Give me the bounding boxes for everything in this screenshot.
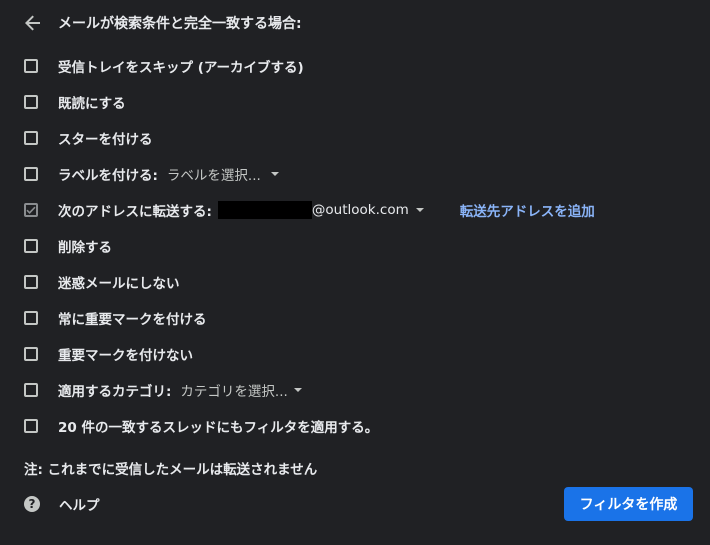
- chevron-down-icon: [415, 208, 424, 212]
- apply-existing-checkbox[interactable]: [24, 419, 38, 433]
- star-checkbox[interactable]: [24, 131, 38, 145]
- header: メールが検索条件と完全一致する場合:: [24, 11, 302, 35]
- create-filter-button[interactable]: フィルタを作成: [564, 487, 693, 521]
- option-always-important[interactable]: 常に重要マークを付ける: [24, 300, 595, 336]
- option-delete[interactable]: 削除する: [24, 228, 595, 264]
- label-select-value: ラベルを選択...: [166, 168, 261, 184]
- never-spam-checkbox[interactable]: [24, 275, 38, 289]
- star-label: スターを付ける: [58, 132, 153, 148]
- apply-label-checkbox[interactable]: [24, 167, 38, 181]
- option-skip-inbox[interactable]: 受信トレイをスキップ (アーカイブする): [24, 48, 595, 84]
- page-title: メールが検索条件と完全一致する場合:: [58, 16, 302, 32]
- never-important-label: 重要マークを付けない: [58, 348, 193, 364]
- label-select-dropdown[interactable]: ラベルを選択...: [167, 164, 279, 184]
- option-never-spam[interactable]: 迷惑メールにしない: [24, 264, 595, 300]
- option-never-important[interactable]: 重要マークを付けない: [24, 336, 595, 372]
- add-forwarding-address-link[interactable]: 転送先アドレスを追加: [460, 200, 595, 220]
- never-spam-label: 迷惑メールにしない: [58, 276, 180, 292]
- forward-label: 次のアドレスに転送する:: [58, 204, 212, 220]
- filter-options-list: 受信トレイをスキップ (アーカイブする) 既読にする スターを付ける ラベルを付…: [24, 48, 595, 444]
- back-arrow-icon[interactable]: [24, 14, 42, 32]
- mark-read-label: 既読にする: [58, 96, 126, 112]
- forward-checkbox[interactable]: [24, 203, 38, 217]
- skip-inbox-label: 受信トレイをスキップ (アーカイブする): [58, 60, 304, 76]
- option-apply-existing[interactable]: 20 件の一致するスレッドにもフィルタを適用する。: [24, 408, 595, 444]
- always-important-checkbox[interactable]: [24, 311, 38, 325]
- help-label: ヘルプ: [59, 498, 100, 514]
- skip-inbox-checkbox[interactable]: [24, 59, 38, 73]
- option-forward[interactable]: 次のアドレスに転送する: @outlook.com 転送先アドレスを追加: [24, 192, 595, 228]
- delete-checkbox[interactable]: [24, 239, 38, 253]
- never-important-checkbox[interactable]: [24, 347, 38, 361]
- category-label: 適用するカテゴリ:: [58, 384, 172, 400]
- option-mark-read[interactable]: 既読にする: [24, 84, 595, 120]
- category-checkbox[interactable]: [24, 383, 38, 397]
- delete-label: 削除する: [58, 240, 112, 256]
- apply-label-label: ラベルを付ける:: [58, 168, 158, 184]
- chevron-down-icon: [270, 172, 279, 176]
- category-select-value: カテゴリを選択...: [180, 384, 288, 400]
- apply-existing-label: 20 件の一致するスレッドにもフィルタを適用する。: [58, 420, 379, 436]
- mark-read-checkbox[interactable]: [24, 95, 38, 109]
- help-link[interactable]: ? ヘルプ: [24, 494, 100, 514]
- forwarding-note: 注: これまでに受信したメールは転送されません: [24, 462, 318, 478]
- option-category[interactable]: 適用するカテゴリ: カテゴリを選択...: [24, 372, 595, 408]
- check-icon: [26, 206, 36, 214]
- always-important-label: 常に重要マークを付ける: [58, 312, 207, 328]
- forward-address-dropdown[interactable]: @outlook.com: [312, 202, 424, 218]
- redacted-email: [217, 201, 312, 219]
- forward-email-suffix: @outlook.com: [311, 202, 409, 218]
- option-apply-label[interactable]: ラベルを付ける: ラベルを選択...: [24, 156, 595, 192]
- help-icon: ?: [24, 496, 40, 512]
- option-star[interactable]: スターを付ける: [24, 120, 595, 156]
- chevron-down-icon: [293, 388, 302, 392]
- category-select-dropdown[interactable]: カテゴリを選択...: [180, 380, 302, 400]
